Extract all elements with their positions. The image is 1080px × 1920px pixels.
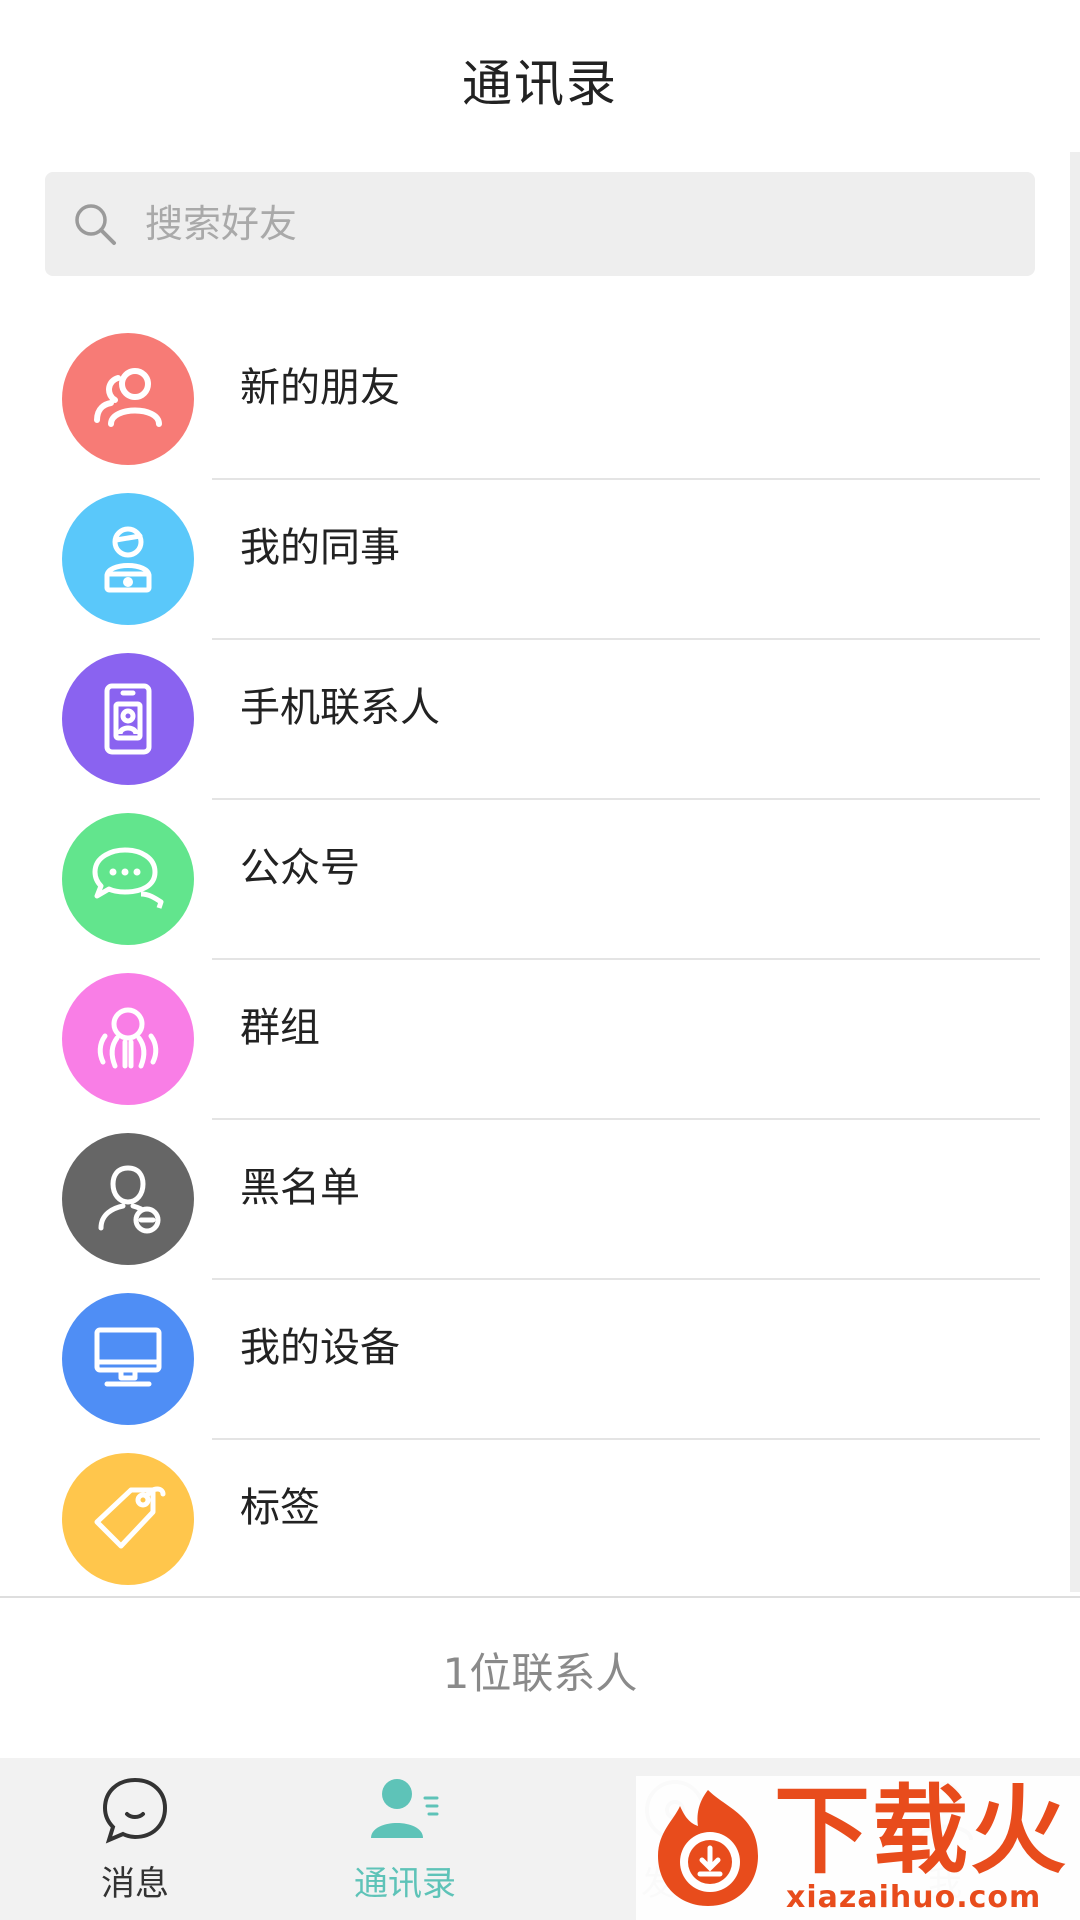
menu-item-new-friends[interactable]: 新的朋友 bbox=[0, 320, 1040, 480]
contact-card-icon bbox=[104, 683, 152, 755]
menu-item-groups[interactable]: 群组 bbox=[0, 960, 1040, 1120]
scrollbar[interactable] bbox=[1070, 152, 1080, 1592]
contacts-screen: 通讯录 新的朋友 bbox=[0, 0, 1080, 1920]
tags-avatar bbox=[62, 1453, 194, 1585]
menu-item-colleagues[interactable]: 我的同事 bbox=[0, 480, 1040, 640]
official-accounts-avatar bbox=[62, 813, 194, 945]
menu-item-label: 我的设备 bbox=[240, 1325, 400, 1371]
menu-item-label: 群组 bbox=[240, 1005, 320, 1051]
tab-label: 消息 bbox=[101, 1864, 169, 1904]
menu-item-label: 新的朋友 bbox=[240, 365, 400, 411]
watermark-url: xiazaihuo.com bbox=[786, 1880, 1042, 1915]
menu-item-label: 手机联系人 bbox=[240, 685, 440, 731]
people-icon bbox=[94, 368, 162, 427]
tag-icon bbox=[94, 1486, 166, 1549]
tab-messages[interactable]: 消息 bbox=[0, 1758, 270, 1920]
new-friends-avatar bbox=[62, 333, 194, 465]
group-icon bbox=[97, 1007, 159, 1069]
menu-item-tags[interactable]: 标签 bbox=[0, 1440, 1040, 1600]
menu-item-label: 我的同事 bbox=[240, 525, 400, 571]
menu-item-devices[interactable]: 我的设备 bbox=[0, 1280, 1040, 1440]
tab-contacts[interactable]: 通讯录 bbox=[270, 1758, 540, 1920]
chat-icon bbox=[102, 1777, 168, 1844]
contacts-menu-list: 新的朋友 我的同事 手机联系人 公众号 群组 黑名单 我的设备 标签 bbox=[0, 320, 1040, 1600]
colleagues-avatar bbox=[62, 493, 194, 625]
phone-contacts-avatar bbox=[62, 653, 194, 785]
watermark-title: 下载火 bbox=[774, 1775, 1068, 1887]
page-title: 通讯录 bbox=[462, 55, 618, 113]
search-input[interactable] bbox=[119, 172, 1035, 276]
header: 通讯录 bbox=[0, 0, 1080, 160]
user-minus-icon bbox=[98, 1165, 161, 1234]
menu-item-phone-contacts[interactable]: 手机联系人 bbox=[0, 640, 1040, 800]
search-icon bbox=[75, 204, 116, 245]
contacts-icon bbox=[371, 1779, 439, 1838]
chat-bubbles-icon bbox=[92, 847, 164, 909]
flame-logo-icon bbox=[658, 1790, 758, 1906]
worker-icon bbox=[104, 526, 152, 593]
menu-item-official-accounts[interactable]: 公众号 bbox=[0, 800, 1040, 960]
tab-label: 通讯录 bbox=[354, 1864, 456, 1904]
watermark: 下载火 xiazaihuo.com bbox=[636, 1776, 1080, 1920]
contact-count: 1位联系人 bbox=[442, 1649, 638, 1698]
menu-item-blacklist[interactable]: 黑名单 bbox=[0, 1120, 1040, 1280]
menu-item-label: 标签 bbox=[240, 1485, 320, 1531]
search-bar[interactable] bbox=[45, 172, 1035, 276]
footer-divider bbox=[0, 1596, 1080, 1598]
blacklist-avatar bbox=[62, 1133, 194, 1265]
menu-item-label: 黑名单 bbox=[240, 1165, 360, 1211]
devices-avatar bbox=[62, 1293, 194, 1425]
groups-avatar bbox=[62, 973, 194, 1105]
monitor-icon bbox=[94, 1327, 162, 1387]
menu-item-label: 公众号 bbox=[240, 845, 360, 891]
